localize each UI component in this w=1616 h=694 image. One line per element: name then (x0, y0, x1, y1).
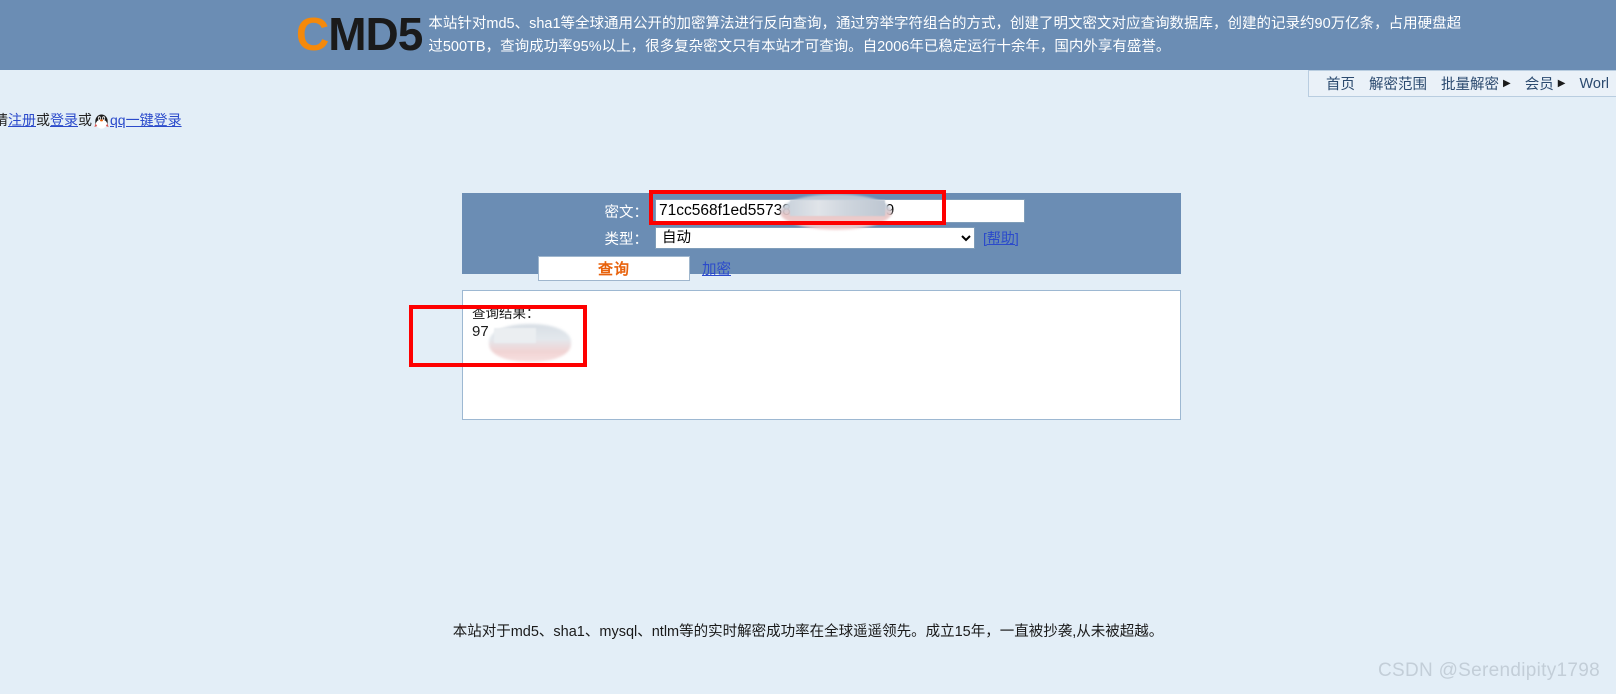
type-row: 类型： 自动 [帮助] (462, 225, 1181, 251)
nav-bar-container: 首页 解密范围 批量解密 ▶ 会员 ▶ Worl (0, 70, 1616, 97)
site-footer: 本站对于md5、sha1、mysql、ntlm等的实时解密成功率在全球遥遥领先。… (452, 624, 1164, 640)
action-row: 查询 加密 (462, 255, 1181, 281)
site-description-line-2: 过500TB，查询成功率95%以上，很多复杂密文只有本站才可查询。自2006年已… (428, 39, 1171, 55)
ciphertext-row: 密文： (462, 198, 1181, 224)
cmd5-logo[interactable]: CMD5 (296, 6, 423, 62)
csdn-watermark: CSDN @Serendipity1798 (1377, 660, 1600, 681)
nav-item-batch-decrypt-label: 批量解密 (1441, 77, 1500, 93)
register-link[interactable]: 注册 (8, 110, 36, 130)
nav-item-home[interactable]: 首页 (1319, 73, 1362, 94)
nav-item-member[interactable]: 会员 ▶ (1518, 73, 1573, 94)
site-header: CMD5 本站针对md5、sha1等全球通用公开的加密算法进行反向查询，通过穷举… (0, 0, 1616, 70)
chevron-right-icon: ▶ (1557, 77, 1566, 89)
query-result-title: 查询结果： (472, 306, 540, 321)
nav-item-member-label: 会员 (1524, 77, 1554, 93)
login-bar: 请注册或登录或 qq一键登录 (0, 110, 182, 130)
type-select[interactable]: 自动 (655, 227, 975, 249)
encrypt-link[interactable]: 加密 (702, 258, 731, 279)
login-bar-or-2: 或 (78, 112, 92, 128)
main-navigation: 首页 解密范围 批量解密 ▶ 会员 ▶ Worl (1308, 70, 1616, 97)
chevron-right-icon: ▶ (1503, 77, 1511, 89)
nav-item-decrypt-scope-label: 解密范围 (1369, 77, 1428, 93)
query-form-panel: 密文： 类型： 自动 [帮助] 查询 加密 (462, 193, 1181, 281)
nav-item-home-label: 首页 (1326, 77, 1356, 93)
login-link[interactable]: 登录 (50, 110, 78, 130)
login-bar-or-1: 或 (36, 112, 50, 128)
qq-penguin-icon (94, 112, 109, 129)
query-submit-button[interactable]: 查询 (538, 255, 690, 281)
site-description-line-1: 本站针对md5、sha1等全球通用公开的加密算法进行反向查询，通过穷举字符组合的… (428, 16, 1462, 32)
logo-text-md5: MD5 (328, 8, 423, 60)
nav-item-world[interactable]: Worl (1572, 76, 1616, 92)
site-description: 本站针对md5、sha1等全球通用公开的加密算法进行反向查询，通过穷举字符组合的… (428, 13, 1461, 59)
help-link-label: [帮助] (983, 230, 1019, 246)
type-label: 类型： (604, 231, 649, 248)
ciphertext-input[interactable] (655, 199, 1025, 223)
query-result-box: 查询结果： 97 (462, 290, 1181, 420)
help-link[interactable]: [帮助] (983, 228, 1019, 248)
qq-one-click-login-link[interactable]: qq一键登录 (110, 110, 182, 130)
nav-item-world-label: Worl (1579, 75, 1609, 92)
ciphertext-label: 密文： (604, 204, 649, 221)
nav-item-batch-decrypt[interactable]: 批量解密 ▶ (1434, 73, 1518, 94)
query-result-value: 97 (472, 323, 489, 340)
nav-item-decrypt-scope[interactable]: 解密范围 (1362, 73, 1434, 94)
login-bar-prefix: 请 (0, 112, 8, 128)
logo-letter-c: C (296, 8, 329, 60)
